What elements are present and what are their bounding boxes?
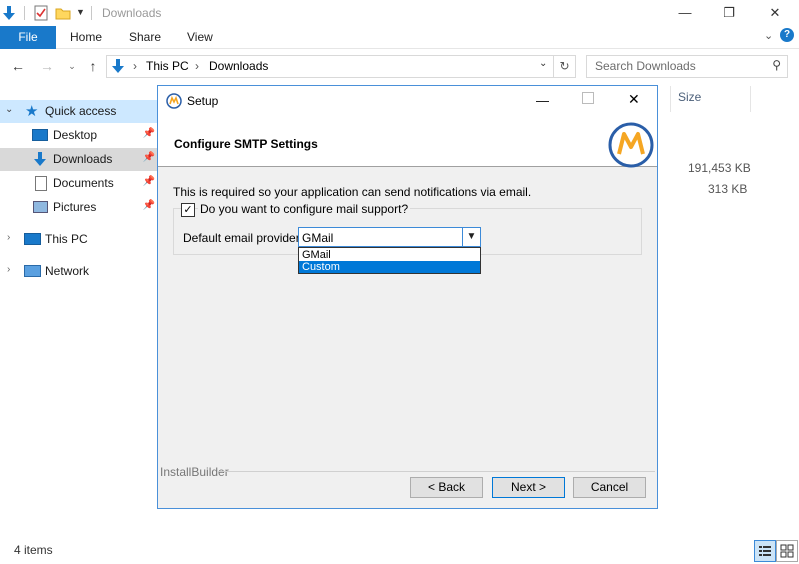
- provider-dropdown-list: GMail Custom: [298, 247, 481, 274]
- network-icon: [24, 265, 41, 277]
- configure-mail-checkbox[interactable]: ✓: [181, 203, 195, 217]
- refresh-icon[interactable]: ↻: [553, 55, 576, 78]
- desktop-icon: [32, 129, 48, 141]
- breadcrumb-separator-icon: ›: [133, 59, 137, 73]
- close-button[interactable]: ✕: [760, 3, 790, 23]
- back-arrow-icon[interactable]: ←: [9, 57, 27, 75]
- sidebar-item-pictures[interactable]: Pictures 📌: [0, 196, 157, 219]
- dialog-close-button[interactable]: ✕: [628, 91, 640, 108]
- tab-share[interactable]: Share: [129, 30, 161, 44]
- minimize-button[interactable]: —: [670, 3, 700, 23]
- titlebar-separator: [91, 6, 92, 20]
- app-logo-icon: [608, 122, 654, 168]
- file-size: 313 KB: [708, 182, 748, 196]
- dialog-maximize-button[interactable]: [582, 92, 594, 104]
- cancel-button[interactable]: Cancel: [573, 477, 646, 498]
- download-arrow-icon[interactable]: [1, 5, 17, 21]
- forward-arrow-icon[interactable]: →: [38, 57, 56, 75]
- address-bar[interactable]: › This PC › Downloads ⌄: [106, 55, 554, 78]
- downloads-folder-icon: [112, 59, 124, 73]
- sidebar-item-label: Network: [45, 264, 90, 278]
- app-logo-icon: [166, 93, 182, 109]
- titlebar-separator: [24, 6, 25, 20]
- sidebar-item-label: Downloads: [53, 152, 113, 166]
- pin-icon[interactable]: 📌: [143, 152, 155, 163]
- breadcrumb-separator-icon: ›: [195, 59, 199, 73]
- address-dropdown-chevron-icon[interactable]: ⌄: [539, 58, 547, 69]
- sidebar-item-network[interactable]: › Network: [0, 260, 157, 283]
- download-icon: [34, 152, 46, 166]
- up-arrow-icon[interactable]: ↑: [84, 57, 102, 75]
- details-view-button[interactable]: [754, 540, 776, 562]
- sidebar-item-documents[interactable]: Documents 📌: [0, 172, 157, 195]
- expand-chevron-icon[interactable]: ›: [7, 264, 10, 275]
- ribbon-expand-chevron-icon[interactable]: ⌄: [764, 29, 773, 42]
- provider-option-gmail[interactable]: GMail: [299, 249, 480, 261]
- search-placeholder: Search Downloads: [595, 59, 696, 73]
- configure-mail-label[interactable]: Do you want to configure mail support?: [198, 202, 411, 216]
- dialog-titlebar[interactable]: Setup — ✕: [158, 86, 657, 116]
- provider-select-value: GMail: [302, 231, 334, 245]
- footer-divider: [218, 471, 655, 472]
- sidebar-item-this-pc[interactable]: › This PC: [0, 228, 157, 251]
- ribbon-bar: [0, 26, 799, 49]
- status-item-count: 4 items: [14, 543, 53, 557]
- sidebar-item-label: Quick access: [45, 104, 117, 118]
- search-input[interactable]: Search Downloads ⚲: [586, 55, 788, 78]
- pictures-icon: [33, 201, 48, 213]
- sidebar-item-label: This PC: [45, 232, 88, 246]
- window-title: Downloads: [102, 6, 162, 20]
- breadcrumb-downloads[interactable]: Downloads: [209, 59, 268, 73]
- tab-home[interactable]: Home: [70, 30, 102, 44]
- customize-toolbar-chevron-icon[interactable]: ▼: [76, 7, 85, 17]
- dialog-heading: Configure SMTP Settings: [174, 137, 318, 151]
- large-icons-view-button[interactable]: [776, 540, 798, 562]
- provider-option-custom[interactable]: Custom: [299, 261, 480, 273]
- column-separator[interactable]: [750, 86, 751, 112]
- breadcrumb-this-pc[interactable]: This PC: [146, 59, 189, 73]
- maximize-button[interactable]: ❐: [714, 3, 744, 23]
- help-icon[interactable]: ?: [780, 28, 794, 42]
- dialog-minimize-button[interactable]: —: [536, 93, 549, 108]
- collapse-chevron-icon[interactable]: ⌄: [5, 104, 13, 115]
- computer-icon: [24, 233, 41, 245]
- sidebar-item-label: Documents: [53, 176, 114, 190]
- sidebar-item-quick-access[interactable]: ⌄ ★ Quick access: [0, 100, 157, 123]
- search-icon: ⚲: [772, 58, 781, 72]
- back-button[interactable]: < Back: [410, 477, 483, 498]
- sidebar-item-label: Pictures: [53, 200, 97, 214]
- star-icon: ★: [25, 103, 39, 120]
- expand-chevron-icon[interactable]: ›: [7, 232, 10, 243]
- pin-icon[interactable]: 📌: [143, 200, 155, 211]
- large-icons-view-icon: [780, 544, 794, 558]
- sidebar-item-desktop[interactable]: Desktop 📌: [0, 124, 157, 147]
- provider-label: Default email provider:: [183, 231, 304, 245]
- dialog-description: This is required so your application can…: [173, 185, 532, 199]
- chevron-down-icon[interactable]: ▼: [462, 228, 480, 246]
- pin-icon[interactable]: 📌: [143, 128, 155, 139]
- footer-brand: InstallBuilder: [160, 465, 229, 479]
- pin-icon[interactable]: 📌: [143, 176, 155, 187]
- tab-file[interactable]: File: [0, 26, 56, 49]
- tab-view[interactable]: View: [187, 30, 213, 44]
- new-folder-icon[interactable]: [55, 5, 71, 21]
- sidebar-item-downloads[interactable]: Downloads 📌: [0, 148, 157, 171]
- recent-locations-chevron-icon[interactable]: ⌄: [63, 57, 81, 75]
- file-size: 191,453 KB: [688, 161, 751, 175]
- provider-select[interactable]: GMail ▼: [298, 227, 481, 247]
- sidebar-item-label: Desktop: [53, 128, 98, 142]
- properties-icon[interactable]: [33, 5, 49, 21]
- details-view-icon: [759, 546, 771, 556]
- dialog-header: Configure SMTP Settings: [158, 116, 657, 168]
- next-button[interactable]: Next >: [492, 477, 565, 498]
- column-separator[interactable]: [670, 86, 671, 112]
- column-header-size[interactable]: Size: [678, 90, 701, 104]
- setup-dialog: Setup — ✕ Configure SMTP Settings This i…: [157, 85, 658, 509]
- dialog-title: Setup: [187, 94, 219, 108]
- document-icon: [35, 176, 47, 191]
